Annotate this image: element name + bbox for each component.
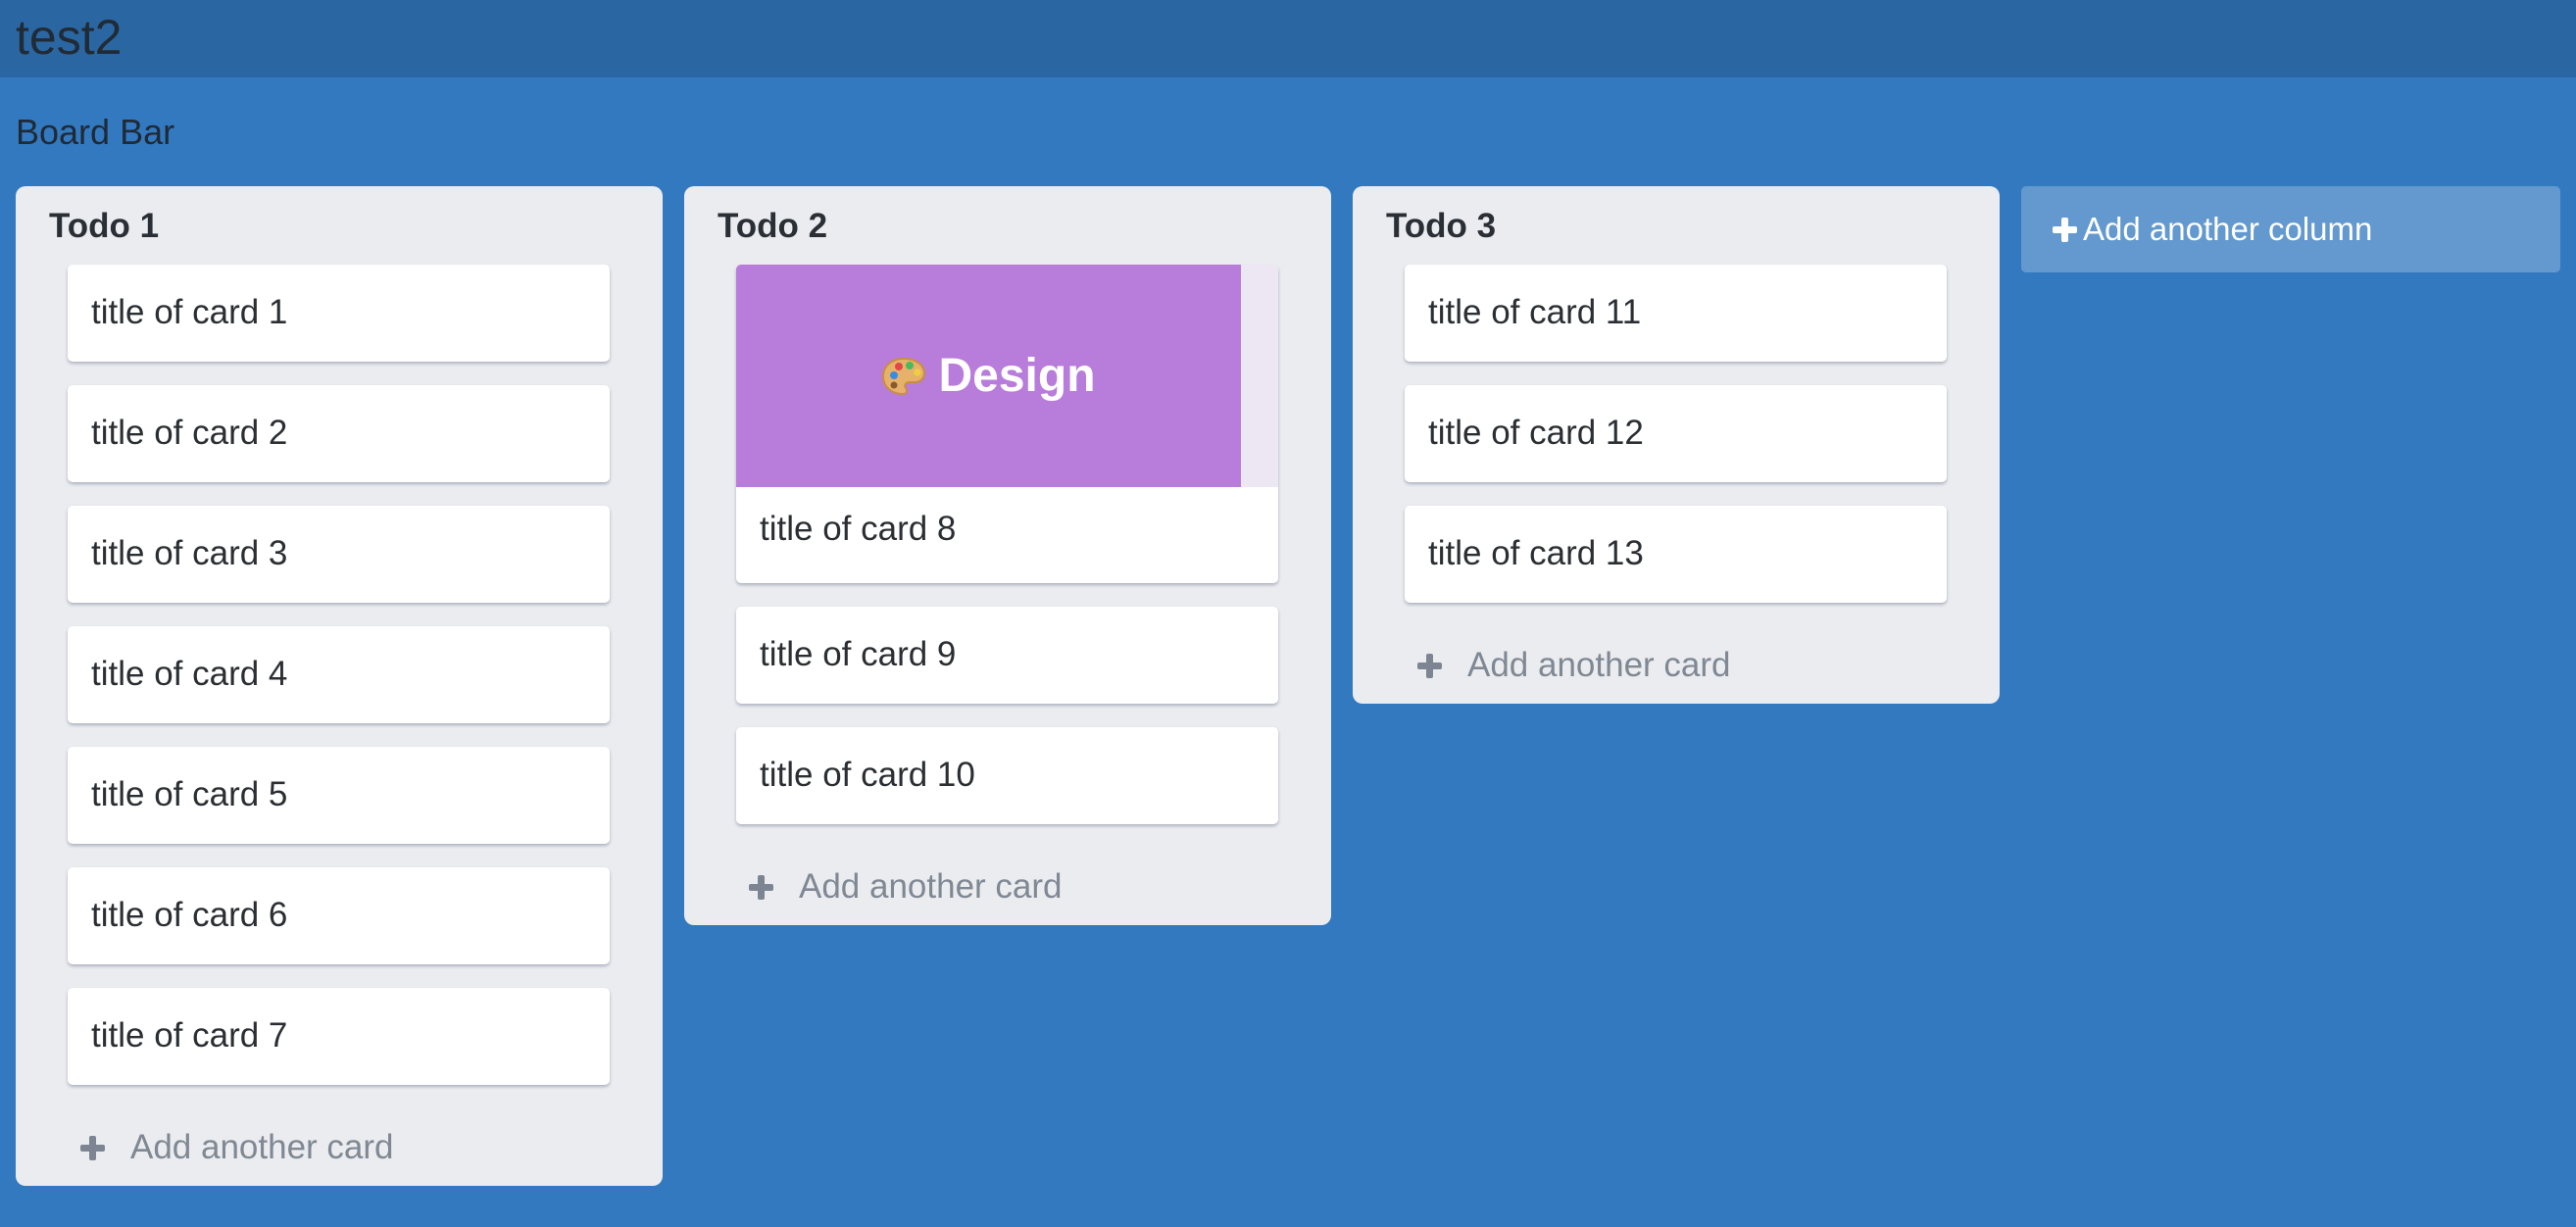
column-title[interactable]: Todo 3 [1386, 204, 1496, 249]
board-bar: Board Bar [16, 112, 175, 152]
plus-icon [80, 1135, 105, 1160]
plus-icon [2053, 217, 2077, 242]
column-title[interactable]: Todo 2 [718, 204, 827, 249]
palette-icon [881, 357, 926, 396]
add-card-label: Add another card [1467, 646, 1731, 684]
plus-icon [1417, 653, 1442, 678]
card-title: title of card 13 [1428, 534, 1644, 572]
card[interactable]: title of card 5 [68, 747, 610, 844]
column-todo-1: Todo 1 title of card 1 title of card 2 t… [16, 186, 663, 1186]
add-card-button[interactable]: Add another card [1417, 638, 1731, 693]
card[interactable]: title of card 7 [68, 988, 610, 1085]
card-title: title of card 7 [91, 1016, 288, 1055]
card-title: title of card 6 [91, 896, 288, 934]
app-bar: test2 [0, 0, 2576, 77]
card-title: title of card 5 [91, 775, 288, 813]
card[interactable]: title of card 1 [68, 265, 610, 362]
card[interactable]: title of card 12 [1405, 385, 1947, 482]
card-title: title of card 10 [760, 756, 975, 794]
add-card-label: Add another card [799, 867, 1063, 906]
add-column-button[interactable]: Add another column [2021, 186, 2560, 272]
add-card-label: Add another card [130, 1128, 394, 1166]
cover-label: Design [938, 349, 1096, 402]
card-title: title of card 9 [760, 635, 957, 673]
card-title: title of card 1 [91, 293, 288, 331]
card-title: title of card 4 [91, 655, 288, 693]
card[interactable]: title of card 9 [736, 607, 1278, 704]
add-card-button[interactable]: Add another card [749, 859, 1063, 914]
card-title: title of card 3 [91, 534, 288, 572]
card[interactable]: title of card 13 [1405, 506, 1947, 603]
card[interactable]: title of card 3 [68, 506, 610, 603]
column-title[interactable]: Todo 1 [49, 204, 159, 249]
add-column-label: Add another column [2083, 211, 2373, 247]
card-title: title of card 8 [760, 510, 957, 548]
card-with-cover[interactable]: Design title of card 8 [736, 265, 1278, 583]
card[interactable]: title of card 11 [1405, 265, 1947, 362]
card-title: title of card 11 [1428, 293, 1642, 331]
cover-content: Design [736, 265, 1241, 487]
add-card-button[interactable]: Add another card [80, 1120, 394, 1175]
card[interactable]: title of card 6 [68, 867, 610, 964]
app-title: test2 [16, 10, 123, 65]
plus-icon [749, 874, 773, 900]
column-todo-3: Todo 3 title of card 11 title of card 12… [1353, 186, 2000, 704]
card[interactable]: title of card 10 [736, 727, 1278, 824]
card-title: title of card 12 [1428, 414, 1644, 452]
card[interactable]: title of card 2 [68, 385, 610, 482]
card-title: title of card 2 [91, 414, 288, 452]
column-todo-2: Todo 2 Design title of card 8 title of c… [684, 186, 1331, 925]
card[interactable]: title of card 4 [68, 626, 610, 723]
